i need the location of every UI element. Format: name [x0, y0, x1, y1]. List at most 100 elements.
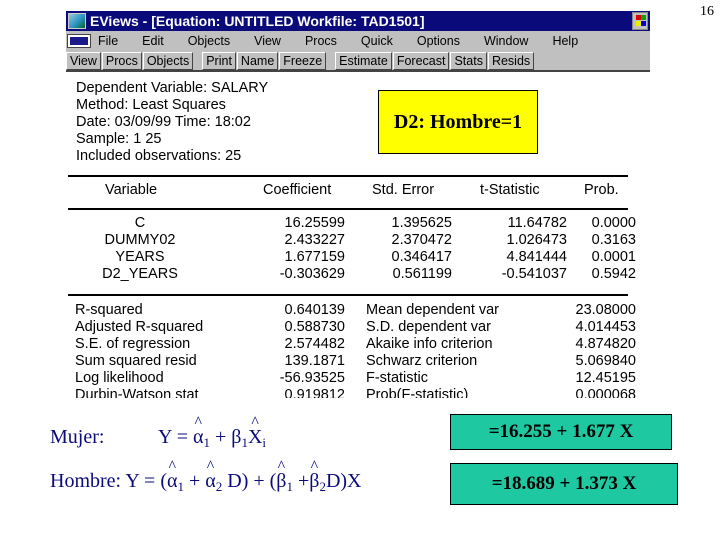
stat-label: R-squared — [75, 302, 143, 318]
menu-procs[interactable]: Procs — [305, 34, 337, 48]
stat-label: Mean dependent var — [366, 302, 500, 318]
variable-column: C DUMMY02 YEARS D2_YEARS — [80, 215, 200, 283]
std-error-cell: 0.346417 — [391, 249, 452, 265]
menu-edit[interactable]: Edit — [142, 34, 164, 48]
document-menu-icon[interactable] — [67, 34, 91, 48]
regression-header: Dependent Variable: SALARY Method: Least… — [76, 80, 268, 165]
stat-label: S.D. dependent var — [366, 319, 491, 335]
forecast-button[interactable]: Forecast — [392, 51, 450, 70]
mujer-equation: Y = α1 + β1Xi — [158, 426, 266, 451]
resids-button[interactable]: Resids — [487, 51, 535, 70]
menu-file[interactable]: File — [98, 34, 118, 48]
hombre-equation: Hombre: Y = (α1 + α2 D) + (β1 +β2D)X — [50, 470, 362, 495]
objects-button[interactable]: Objects — [142, 51, 194, 70]
prob-cell: 0.5942 — [591, 266, 636, 282]
hombre-label: Hombre: — [50, 470, 122, 492]
eviews-app-icon — [68, 13, 86, 29]
stat-label: Prob(F-statistic) — [366, 387, 469, 398]
stats-left-values: 0.640139 0.588730 2.574482 139.1871 -56.… — [240, 302, 345, 398]
mujer-result-box: =16.255 + 1.677 X — [450, 414, 672, 450]
stat-value: 0.640139 — [284, 302, 345, 318]
estimate-button[interactable]: Estimate — [335, 51, 392, 70]
stat-label: Schwarz criterion — [366, 353, 478, 369]
table-header-rule — [68, 208, 628, 210]
table-top-rule — [68, 175, 628, 177]
stat-value: 2.574482 — [284, 336, 345, 352]
view-button[interactable]: View — [66, 51, 101, 70]
stat-value: 0.919812 — [284, 387, 345, 398]
procs-button[interactable]: Procs — [101, 51, 142, 70]
equation-toolbar: View Procs Objects Print Name Freeze Est… — [66, 51, 650, 72]
included-observations: Included observations: 25 — [76, 148, 242, 164]
menu-quick[interactable]: Quick — [361, 34, 393, 48]
stat-label: F-statistic — [366, 370, 429, 386]
stat-value: 5.069840 — [575, 353, 636, 369]
table-row: YEARS — [115, 249, 165, 265]
menu-options[interactable]: Options — [417, 34, 460, 48]
stats-right-values: 23.08000 4.014453 4.874820 5.069840 12.4… — [560, 302, 636, 398]
stat-value: 4.014453 — [575, 319, 636, 335]
menu-view[interactable]: View — [254, 34, 281, 48]
col-header-variable: Variable — [105, 182, 158, 198]
prob-cell: 0.3163 — [591, 232, 636, 248]
stat-label: Durbin-Watson stat — [75, 387, 199, 398]
dummy-definition-callout: D2: Hombre=1 — [378, 90, 538, 154]
mujer-label: Mujer: — [50, 426, 105, 448]
date-time: Date: 03/09/99 Time: 18:02 — [76, 114, 251, 130]
stat-value: 4.874820 — [575, 336, 636, 352]
col-header-coefficient: Coefficient — [263, 182, 332, 198]
coefficient-cell: 1.677159 — [284, 249, 345, 265]
menu-objects[interactable]: Objects — [188, 34, 230, 48]
t-statistic-cell: 4.841444 — [506, 249, 567, 265]
stat-value: 0.000068 — [575, 387, 636, 398]
stats-top-rule — [68, 294, 628, 296]
col-header-std-error: Std. Error — [372, 182, 435, 198]
stat-value: 12.45195 — [575, 370, 636, 386]
menu-bar: File Edit Objects View Procs Quick Optio… — [66, 31, 650, 51]
stat-value: -56.93525 — [279, 370, 345, 386]
stat-label: Adjusted R-squared — [75, 319, 204, 335]
summary-statistics: R-squared Adjusted R-squared S.E. of reg… — [60, 300, 680, 398]
stat-label: Sum squared resid — [75, 353, 197, 369]
col-header-t-statistic: t-Statistic — [480, 182, 540, 198]
table-row: D2_YEARS — [102, 266, 178, 282]
std-error-cell: 2.370472 — [391, 232, 452, 248]
coefficient-cell: 2.433227 — [284, 232, 345, 248]
t-statistic-cell: 1.026473 — [506, 232, 567, 248]
t-statistic-cell: 11.64782 — [507, 215, 567, 231]
menu-help[interactable]: Help — [552, 34, 578, 48]
t-statistic-cell: -0.541037 — [501, 266, 567, 282]
std-error-cell: 1.395625 — [391, 215, 452, 231]
menu-window[interactable]: Window — [484, 34, 528, 48]
std-error-column: 1.395625 2.370472 0.346417 0.561199 — [350, 215, 452, 283]
col-header-prob: Prob. — [584, 182, 619, 198]
hombre-result-box: =18.689 + 1.373 X — [450, 463, 678, 505]
table-row: DUMMY02 — [104, 232, 176, 248]
freeze-button[interactable]: Freeze — [279, 51, 327, 70]
coefficient-cell: -0.303629 — [279, 266, 345, 282]
prob-cell: 0.0001 — [591, 249, 636, 265]
eviews-window: EViews - [Equation: UNTITLED Workfile: T… — [66, 11, 650, 72]
title-bar: EViews - [Equation: UNTITLED Workfile: T… — [66, 11, 650, 31]
stat-label: S.E. of regression — [75, 336, 191, 352]
stat-value: 23.08000 — [575, 302, 636, 318]
std-error-cell: 0.561199 — [392, 266, 452, 282]
stat-label: Akaike info criterion — [366, 336, 493, 352]
coefficient-cell: 16.25599 — [284, 215, 345, 231]
sample: Sample: 1 25 — [76, 131, 162, 147]
stats-right-labels: Mean dependent var S.D. dependent var Ak… — [366, 302, 499, 398]
coefficient-column: 16.25599 2.433227 1.677159 -0.303629 — [240, 215, 345, 283]
restore-icon[interactable] — [632, 12, 648, 30]
name-button[interactable]: Name — [236, 51, 279, 70]
table-row: C — [134, 215, 146, 231]
stats-button[interactable]: Stats — [450, 51, 487, 70]
stat-value: 0.588730 — [284, 319, 345, 335]
prob-column: 0.0000 0.3163 0.0001 0.5942 — [570, 215, 636, 283]
method: Method: Least Squares — [76, 97, 226, 113]
print-button[interactable]: Print — [202, 51, 236, 70]
stats-left-labels: R-squared Adjusted R-squared S.E. of reg… — [75, 302, 203, 398]
stat-label: Log likelihood — [75, 370, 164, 386]
prob-cell: 0.0000 — [591, 215, 636, 231]
window-title: EViews - [Equation: UNTITLED Workfile: T… — [90, 13, 425, 29]
t-statistic-column: 11.64782 1.026473 4.841444 -0.541037 — [455, 215, 567, 283]
